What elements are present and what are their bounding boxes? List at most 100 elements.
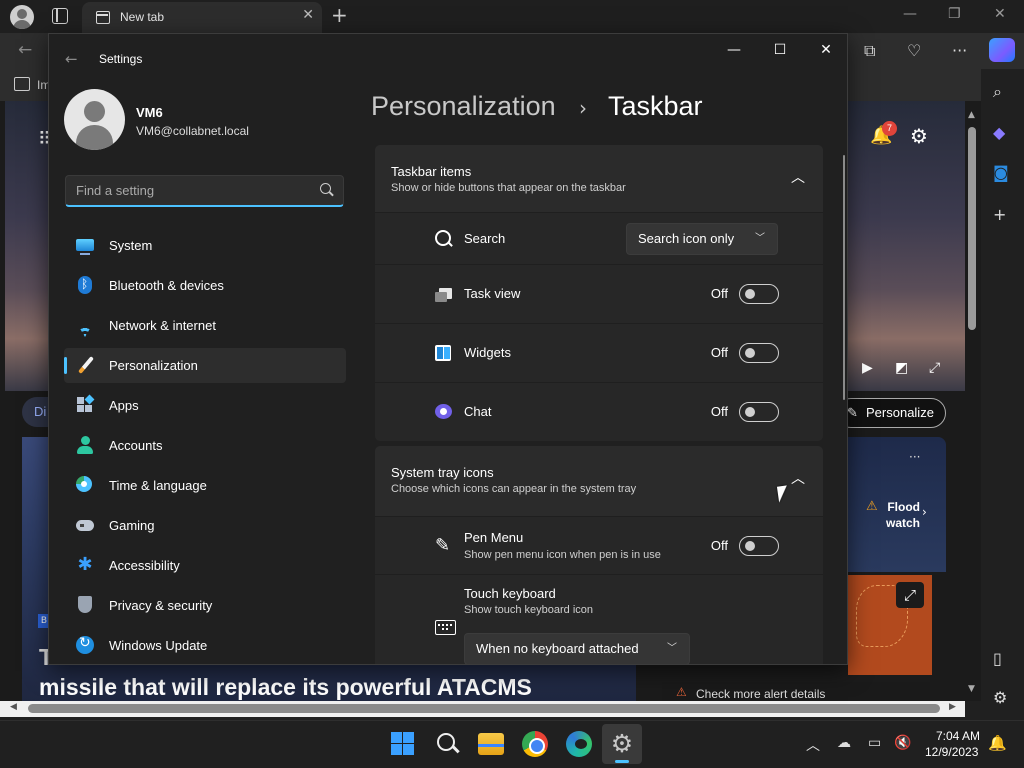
settings-back-button[interactable]: ← (65, 50, 78, 68)
import-favorites-icon[interactable] (14, 77, 30, 91)
task-view-icon (435, 286, 453, 304)
personalize-button[interactable]: Personalize (836, 398, 946, 428)
play-icon[interactable]: ▶ (862, 360, 873, 376)
sidebar-item-privacy[interactable]: Privacy & security (64, 588, 346, 623)
chevron-right-icon[interactable]: › (922, 505, 927, 519)
clock-time[interactable]: 7:04 AM (936, 729, 980, 743)
active-app-indicator (615, 760, 629, 763)
fullscreen-icon[interactable]: ⤢ (929, 360, 940, 376)
sidebar-item-accounts[interactable]: Accounts (64, 428, 346, 463)
onedrive-icon[interactable]: ☁ (837, 735, 851, 751)
alert-details-link[interactable]: Check more alert details (696, 687, 825, 701)
toggle-state: Off (710, 345, 728, 360)
find-setting-input[interactable] (65, 175, 344, 207)
keyboard-icon (435, 617, 456, 635)
new-tab-page-icon (96, 11, 110, 24)
hide-sidebar-icon[interactable]: ▯ (993, 649, 1002, 668)
person-icon (76, 436, 94, 454)
new-tab-button[interactable]: + (331, 3, 348, 27)
settings-close-button[interactable]: ✕ (812, 42, 840, 62)
network-icon[interactable]: ▭ (868, 735, 881, 751)
settings-gear-icon[interactable]: ⚙ (609, 731, 635, 757)
sidebar-item-label: Network & internet (109, 318, 216, 333)
browser-minimize-button[interactable]: — (903, 6, 917, 22)
toggle-state: Off (710, 538, 728, 553)
scroll-right-arrow[interactable]: ▶ (949, 702, 956, 712)
flood-watch-label[interactable]: Flood watch (868, 499, 920, 531)
clock-date[interactable]: 12/9/2023 (925, 745, 978, 759)
sidebar-item-bluetooth[interactable]: Bluetooth & devices (64, 268, 346, 303)
notification-center-icon[interactable]: 🔔 (988, 734, 1007, 752)
start-button[interactable] (390, 731, 416, 757)
volume-muted-icon[interactable]: 🔇 (894, 735, 911, 751)
chat-toggle[interactable] (739, 402, 779, 422)
section-title: System tray icons (391, 465, 494, 480)
tab-actions-icon[interactable] (52, 8, 68, 24)
settings-maximize-button[interactable]: ☐ (766, 42, 794, 62)
sidebar-search-icon[interactable]: ⌕ (993, 82, 1002, 102)
task-view-row: Task view Off (375, 264, 823, 323)
copilot-sidebar-icon[interactable]: ◆ (993, 123, 1005, 142)
sidebar-item-gaming[interactable]: Gaming (64, 508, 346, 543)
chevron-up-icon[interactable]: ︿ (806, 735, 820, 755)
taskbar-items-header[interactable]: Taskbar items Show or hide buttons that … (375, 145, 823, 212)
sidebar-item-time-language[interactable]: Time & language (64, 468, 346, 503)
sidebar-item-system[interactable]: System (64, 228, 346, 263)
weather-more-icon[interactable]: ··· (909, 450, 920, 464)
scroll-left-arrow[interactable]: ◀ (10, 702, 17, 712)
system-tray-header[interactable]: System tray icons Choose which icons can… (375, 446, 823, 516)
browser-restore-button[interactable]: ❐ (948, 6, 961, 22)
news-headline-line2[interactable]: missile that will replace its powerful A… (39, 674, 532, 701)
tab-title: New tab (120, 10, 165, 24)
browser-tab[interactable]: New tab ✕ (82, 2, 322, 33)
sidebar-item-apps[interactable]: Apps (64, 388, 346, 423)
file-explorer-icon[interactable] (478, 733, 504, 755)
taskbar-search-icon[interactable] (435, 731, 461, 757)
chevron-up-icon[interactable]: ︿ (791, 167, 805, 187)
outlook-icon[interactable]: ◙ (993, 163, 1009, 182)
settings-window-title: Settings (99, 52, 143, 66)
edge-icon[interactable] (566, 731, 592, 757)
collections-icon[interactable]: ⧉ (864, 41, 875, 61)
chevron-up-icon[interactable]: ︿ (791, 468, 805, 488)
sidebar-item-accessibility[interactable]: ✱ Accessibility (64, 548, 346, 583)
horizontal-scroll-thumb[interactable] (28, 704, 940, 713)
widgets-icon (435, 344, 453, 362)
profile-avatar[interactable] (10, 5, 34, 29)
breadcrumb-separator: › (579, 96, 587, 120)
close-tab-icon[interactable]: ✕ (302, 7, 314, 23)
browser-back-button[interactable]: ← (18, 40, 32, 60)
user-avatar[interactable] (64, 89, 125, 150)
page-settings-icon[interactable]: ⚙ (910, 124, 928, 148)
widgets-row: Widgets Off (375, 323, 823, 382)
vertical-scroll-thumb[interactable] (968, 127, 976, 330)
scroll-down-arrow[interactable]: ▼ (968, 684, 975, 694)
task-view-toggle[interactable] (739, 284, 779, 304)
globe-clock-icon (76, 476, 94, 494)
widgets-toggle[interactable] (739, 343, 779, 363)
apps-icon (76, 394, 95, 414)
pen-menu-toggle[interactable] (739, 536, 779, 556)
dropdown-value: When no keyboard attached (476, 641, 639, 656)
browser-essentials-icon[interactable]: ♡ (907, 41, 921, 60)
more-menu-icon[interactable]: ··· (952, 41, 967, 60)
expand-map-icon[interactable]: ⤢ (896, 582, 924, 608)
sidebar-item-windows-update[interactable]: Windows Update (64, 628, 346, 663)
sidebar-item-personalization[interactable]: Personalization (64, 348, 346, 383)
chrome-icon[interactable] (522, 731, 548, 757)
search-mode-dropdown[interactable]: Search icon only ﹀ (626, 223, 778, 255)
touch-keyboard-dropdown[interactable]: When no keyboard attached ﹀ (464, 633, 690, 664)
monitor-icon (76, 239, 94, 255)
search-row: Search Search icon only ﹀ (375, 212, 823, 264)
settings-minimize-button[interactable]: — (720, 42, 748, 62)
content-scrollbar[interactable] (843, 155, 845, 400)
sidebar-settings-icon[interactable]: ⚙ (993, 688, 1007, 707)
row-sublabel: Show pen menu icon when pen is in use (464, 549, 661, 561)
breadcrumb-parent[interactable]: Personalization (371, 91, 556, 122)
add-sidebar-app-icon[interactable]: + (993, 205, 1006, 224)
copilot-icon[interactable] (989, 38, 1015, 62)
browser-close-button[interactable]: ✕ (994, 6, 1006, 22)
scroll-up-arrow[interactable]: ▲ (968, 110, 975, 120)
image-info-icon[interactable]: ◩ (895, 360, 908, 376)
sidebar-item-network[interactable]: Network & internet (64, 308, 346, 343)
